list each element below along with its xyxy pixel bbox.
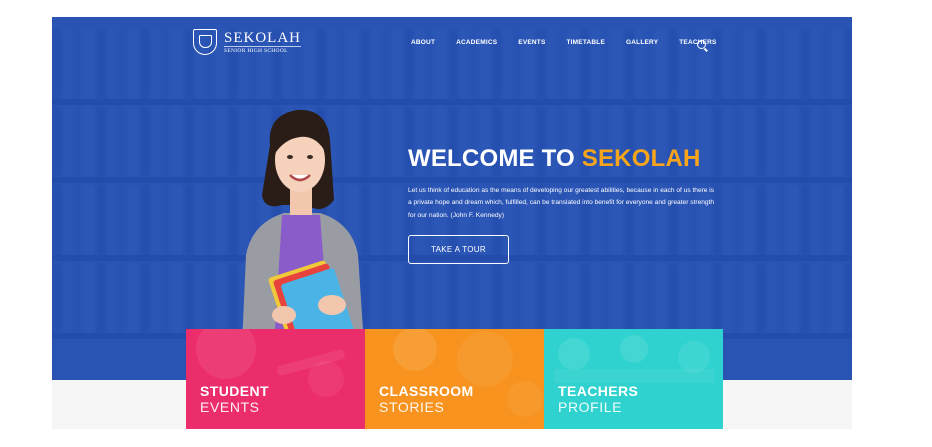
nav-item-timetable[interactable]: TIMETABLE bbox=[567, 39, 606, 46]
classroom-stories-card[interactable]: CLASSROOM STORIES bbox=[365, 329, 544, 429]
student-photo bbox=[242, 109, 364, 345]
nav-item-about[interactable]: ABOUT bbox=[411, 39, 435, 46]
teachers-profile-card[interactable]: TEACHERS PROFILE bbox=[544, 329, 723, 429]
card-title: TEACHERS bbox=[558, 383, 639, 399]
brand-name: SEKOLAH bbox=[224, 29, 301, 46]
nav-item-gallery[interactable]: GALLERY bbox=[626, 39, 658, 46]
card-subtitle: PROFILE bbox=[558, 399, 623, 415]
card-subtitle: STORIES bbox=[379, 399, 445, 415]
card-subtitle: EVENTS bbox=[200, 399, 260, 415]
brand-tagline: SENIOR HIGH SCHOOL bbox=[224, 45, 301, 55]
card-title: STUDENT bbox=[200, 383, 269, 399]
nav-item-academics[interactable]: ACADEMICS bbox=[456, 39, 497, 46]
hero-title-accent: SEKOLAH bbox=[581, 145, 701, 172]
nav-item-events[interactable]: EVENTS bbox=[518, 39, 545, 46]
take-a-tour-button[interactable]: TAKE A TOUR bbox=[408, 235, 509, 264]
shield-icon bbox=[193, 29, 217, 55]
hero-title-prefix: WELCOME TO bbox=[408, 145, 582, 172]
site-logo[interactable]: SEKOLAH SENIOR HIGH SCHOOL bbox=[193, 29, 301, 55]
student-events-card[interactable]: STUDENT EVENTS bbox=[186, 329, 365, 429]
hero-quote: Let us think of education as the means o… bbox=[408, 187, 715, 219]
search-icon[interactable] bbox=[697, 40, 706, 49]
card-title: CLASSROOM bbox=[379, 383, 474, 399]
main-nav: ABOUT ACADEMICS EVENTS TIMETABLE GALLERY… bbox=[411, 39, 738, 46]
hero-section: SEKOLAH SENIOR HIGH SCHOOL ABOUT ACADEMI… bbox=[52, 17, 852, 380]
hero-title: WELCOME TO SEKOLAH bbox=[408, 145, 701, 173]
website-page: SEKOLAH SENIOR HIGH SCHOOL ABOUT ACADEMI… bbox=[52, 17, 852, 429]
